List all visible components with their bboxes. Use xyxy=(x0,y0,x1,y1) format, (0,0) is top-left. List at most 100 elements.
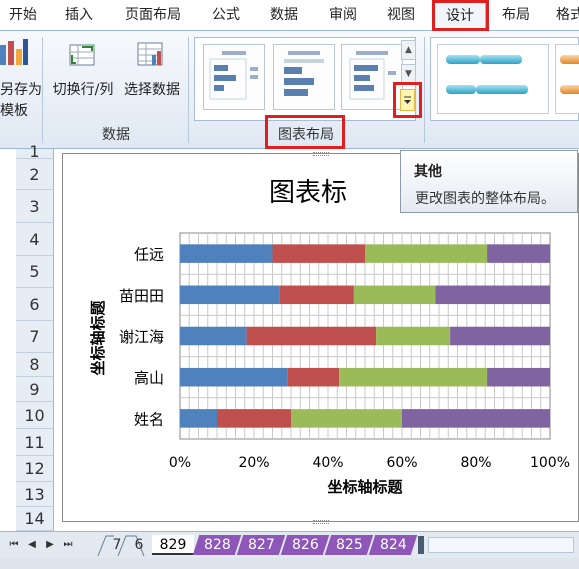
category-labels: 任远苗田田谢江海高山姓名 xyxy=(119,246,164,429)
save-template-label-1: 另存为 xyxy=(0,82,42,98)
bar-segment xyxy=(376,326,451,346)
tab-split-handle[interactable] xyxy=(418,536,424,554)
row-header[interactable]: 11 xyxy=(16,429,54,456)
tab-data[interactable]: 数据 xyxy=(265,0,303,31)
more-layouts-tooltip: 其他 更改图表的整体布局。 xyxy=(400,150,578,213)
first-sheet-icon[interactable]: ⏮ xyxy=(8,537,20,553)
prev-sheet-icon[interactable]: ◀ xyxy=(26,537,38,553)
bar-segment xyxy=(287,367,340,387)
bar-segment xyxy=(450,326,550,346)
save-template-label-2: 模板 xyxy=(0,103,28,119)
bar-segment xyxy=(180,244,273,263)
chart-resize-handle[interactable] xyxy=(313,520,329,524)
highlight-design-tab xyxy=(432,0,489,31)
row-header[interactable]: 10 xyxy=(16,402,54,429)
status-strip xyxy=(0,558,579,569)
chart-style-2[interactable] xyxy=(555,44,579,114)
next-sheet-icon[interactable]: ▶ xyxy=(44,537,56,553)
bar-segment xyxy=(487,367,550,387)
tab-view[interactable]: 视图 xyxy=(382,0,420,31)
select-data-label: 选择数据 xyxy=(124,82,180,98)
category-label: 姓名 xyxy=(134,410,164,428)
bar-segment xyxy=(402,409,550,428)
highlight-chart-layouts-label xyxy=(265,115,345,149)
chart-title[interactable]: 图表标 xyxy=(269,178,347,208)
bar-segment xyxy=(279,285,354,305)
chart-layout-1-icon xyxy=(209,51,258,100)
bar-segment xyxy=(246,326,377,346)
sheet-tab-6[interactable]: 6 xyxy=(128,535,150,555)
chart-layouts-gallery: ▲ ▼ xyxy=(194,37,416,121)
row-header[interactable]: 3 xyxy=(16,190,54,223)
row-header[interactable]: 6 xyxy=(16,288,54,321)
data-group-label: 数据 xyxy=(102,127,130,143)
x-tick-label: 80% xyxy=(460,455,491,471)
bar-segment xyxy=(365,244,488,263)
select-data-button[interactable]: 选择数据 xyxy=(120,35,184,105)
horizontal-scrollbar[interactable] xyxy=(428,537,574,553)
highlight-more-button xyxy=(393,82,422,118)
tab-format[interactable]: 格式 xyxy=(556,0,579,31)
bar-segment xyxy=(353,285,436,305)
chart-layout-2-icon xyxy=(284,51,324,96)
last-sheet-icon[interactable]: ⏭ xyxy=(62,537,74,553)
category-label: 谢江海 xyxy=(119,328,164,346)
row-header[interactable]: 13 xyxy=(16,482,54,507)
tooltip-body: 更改图表的整体布局。 xyxy=(415,191,555,207)
switch-row-column-button[interactable]: 切换行/列 xyxy=(48,35,116,105)
category-label: 任远 xyxy=(134,246,164,264)
select-data-icon xyxy=(137,42,163,66)
row-header[interactable]: 12 xyxy=(16,456,54,482)
sheet-tab-829[interactable]: 829 xyxy=(152,535,194,555)
gallery-scroll-down[interactable]: ▼ xyxy=(401,64,416,84)
row-header[interactable]: 5 xyxy=(16,256,54,288)
tooltip-title: 其他 xyxy=(414,164,442,180)
switch-row-column-icon xyxy=(69,44,95,66)
ribbon-body: 另存为 模板 切换行/列 选择数据 数据 ▲ ▼ 图表布局 xyxy=(0,31,579,149)
tab-review[interactable]: 审阅 xyxy=(324,0,362,31)
y-axis-title[interactable]: 坐标轴标题 xyxy=(89,300,107,376)
category-label: 苗田田 xyxy=(119,287,164,305)
bar-segment xyxy=(180,285,280,305)
bar-segment xyxy=(339,367,488,387)
row-header[interactable]: 9 xyxy=(16,377,54,402)
row-header[interactable]: 7 xyxy=(16,321,54,353)
x-tick-label: 100% xyxy=(530,455,570,471)
group-separator xyxy=(42,37,43,143)
tab-layout[interactable]: 布局 xyxy=(497,0,535,31)
sheet-tab-7[interactable]: 7 xyxy=(106,535,128,555)
chart-layout-2[interactable] xyxy=(273,44,335,110)
sheet-tab-825[interactable]: 825 xyxy=(324,535,374,555)
chart-resize-handle[interactable] xyxy=(313,152,329,156)
sheet-tab-826[interactable]: 826 xyxy=(280,535,330,555)
sheet-tab-827[interactable]: 827 xyxy=(236,535,286,555)
gallery-scroll-up[interactable]: ▲ xyxy=(401,40,416,60)
switch-row-column-label: 切换行/列 xyxy=(52,82,114,98)
tab-home[interactable]: 开始 xyxy=(4,0,42,31)
x-tick-labels: 0% 20% 40% 60% 80% 100% xyxy=(169,455,570,471)
bar-segment xyxy=(487,244,550,263)
chart-styles-gallery xyxy=(430,37,579,121)
sheet-tab-828[interactable]: 828 xyxy=(192,535,242,555)
row-header[interactable]: 14 xyxy=(16,507,54,531)
row-header[interactable]: 1 xyxy=(16,144,54,160)
sheet-tab-824[interactable]: 824 xyxy=(368,535,418,555)
x-tick-label: 40% xyxy=(312,455,343,471)
tab-insert[interactable]: 插入 xyxy=(60,0,98,31)
x-axis-title[interactable]: 坐标轴标题 xyxy=(327,478,403,496)
row-header[interactable]: 2 xyxy=(16,159,54,190)
chart-layout-1[interactable] xyxy=(203,44,265,110)
row-header[interactable]: 4 xyxy=(16,223,54,256)
tab-page-layout[interactable]: 页面布局 xyxy=(120,0,186,31)
tab-formulas[interactable]: 公式 xyxy=(207,0,245,31)
group-separator xyxy=(424,37,425,143)
bar-segment xyxy=(180,326,247,346)
chart-style-1[interactable] xyxy=(437,44,549,114)
x-tick-label: 0% xyxy=(169,455,191,471)
bar-segment xyxy=(291,409,402,428)
category-label: 高山 xyxy=(134,369,164,387)
bar-segment xyxy=(435,285,550,305)
sheet-tab-strip: ⏮ ◀ ▶ ⏭ 7 6 829 828 827 826 825 824 xyxy=(0,531,579,558)
row-header[interactable]: 8 xyxy=(16,353,54,377)
ribbon-tab-bar: 开始 插入 页面布局 公式 数据 审阅 视图 设计 布局 格式 xyxy=(0,0,579,32)
